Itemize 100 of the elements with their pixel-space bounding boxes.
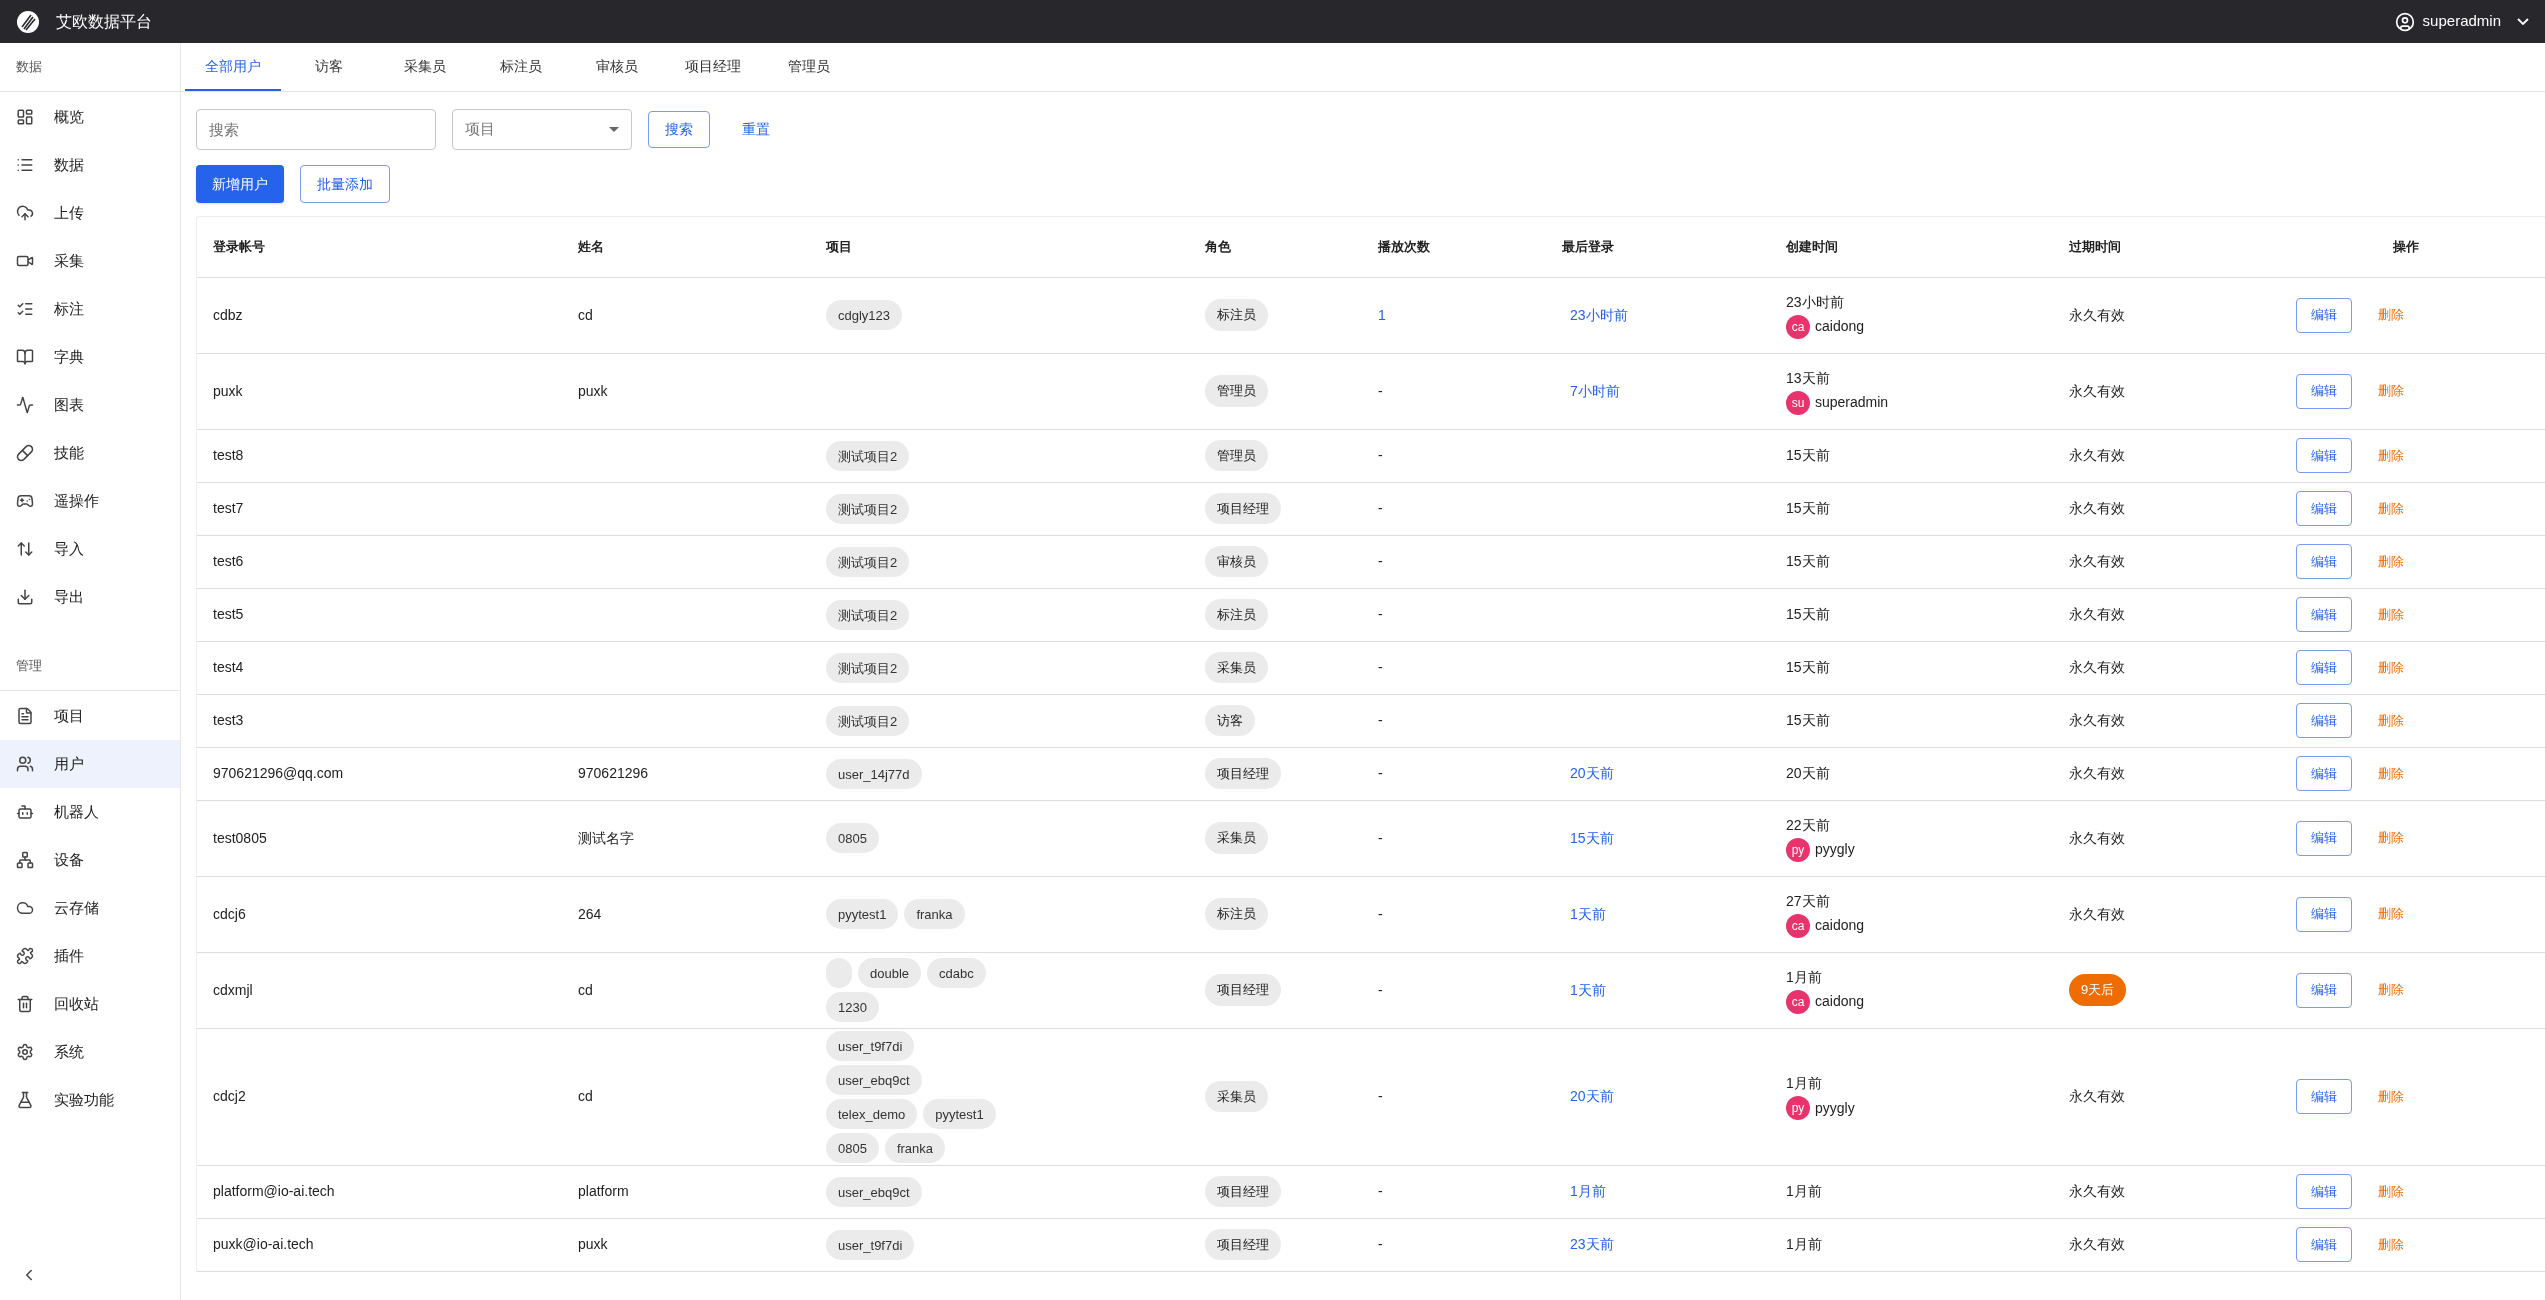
delete-button[interactable]: 删除: [2378, 1086, 2404, 1107]
edit-button[interactable]: 编辑: [2296, 1227, 2352, 1262]
sidebar-item[interactable]: 机器人: [0, 788, 180, 836]
last-login-link[interactable]: 23天前: [1570, 1236, 1614, 1252]
role-tag: 采集员: [1205, 822, 1268, 854]
delete-button[interactable]: 删除: [2378, 498, 2404, 519]
tab[interactable]: 访客: [281, 43, 377, 91]
dashboard-icon: [16, 108, 34, 126]
plays-cell: -: [1378, 606, 1383, 622]
edit-button[interactable]: 编辑: [2296, 820, 2352, 856]
last-login-link[interactable]: 20天前: [1570, 765, 1614, 781]
delete-button[interactable]: 删除: [2378, 980, 2404, 1000]
edit-button[interactable]: 编辑: [2296, 544, 2352, 579]
last-login-link[interactable]: 15天前: [1570, 829, 1614, 846]
edit-button[interactable]: 编辑: [2296, 438, 2352, 473]
delete-button[interactable]: 删除: [2378, 657, 2404, 678]
edit-button[interactable]: 编辑: [2296, 373, 2352, 409]
sidebar-item[interactable]: 上传: [0, 189, 180, 237]
role-tag: 项目经理: [1205, 757, 1281, 790]
column-header: 姓名: [562, 217, 810, 277]
sidebar-item[interactable]: 导入: [0, 525, 180, 573]
search-button[interactable]: 搜索: [648, 111, 710, 148]
edit-button[interactable]: 编辑: [2296, 491, 2352, 526]
edit-button[interactable]: 编辑: [2296, 703, 2352, 738]
edit-button[interactable]: 编辑: [2296, 972, 2352, 1008]
delete-button[interactable]: 删除: [2378, 551, 2404, 572]
name-cell: 测试名字: [578, 829, 634, 846]
role-tag: 标注员: [1205, 299, 1268, 331]
expiry-text: 永久有效: [2069, 500, 2125, 516]
sidebar-item[interactable]: 采集: [0, 237, 180, 285]
delete-button[interactable]: 删除: [2378, 1234, 2404, 1255]
sidebar-item[interactable]: 标注: [0, 285, 180, 333]
tab[interactable]: 管理员: [761, 43, 857, 91]
add-user-button[interactable]: 新增用户: [196, 165, 284, 203]
tab[interactable]: 采集员: [377, 43, 473, 91]
batch-add-button[interactable]: 批量添加: [300, 165, 390, 203]
tab[interactable]: 全部用户: [185, 43, 281, 91]
edit-button[interactable]: 编辑: [2296, 756, 2352, 791]
last-login-link[interactable]: 1天前: [1570, 905, 1606, 922]
search-field[interactable]: 搜索: [196, 109, 436, 150]
delete-button[interactable]: 删除: [2378, 1181, 2404, 1202]
edit-button[interactable]: 编辑: [2296, 650, 2352, 685]
edit-button[interactable]: 编辑: [2296, 896, 2352, 932]
sidebar-item[interactable]: 字典: [0, 333, 180, 381]
delete-button[interactable]: 删除: [2378, 828, 2404, 848]
expiry-text: 永久有效: [2069, 447, 2125, 463]
sidebar-item[interactable]: 插件: [0, 932, 180, 980]
sidebar-item[interactable]: 设备: [0, 836, 180, 884]
edit-button[interactable]: 编辑: [2296, 597, 2352, 632]
sidebar-item[interactable]: 技能: [0, 429, 180, 477]
project-tag: 测试项目2: [826, 440, 910, 471]
sidebar-item[interactable]: 云存储: [0, 884, 180, 932]
sidebar-item[interactable]: 项目: [0, 692, 180, 740]
delete-button[interactable]: 删除: [2378, 904, 2404, 924]
column-header: 登录帐号: [197, 217, 562, 277]
last-login-link[interactable]: 1月前: [1570, 1183, 1606, 1199]
delete-button[interactable]: 删除: [2378, 305, 2404, 325]
project-tag: franka: [884, 1132, 946, 1163]
delete-button[interactable]: 删除: [2378, 604, 2404, 625]
created-time: 1月前: [1786, 967, 1823, 987]
tab[interactable]: 项目经理: [665, 43, 761, 91]
delete-button[interactable]: 删除: [2378, 381, 2404, 401]
sidebar-item[interactable]: 系统: [0, 1028, 180, 1076]
plays-link[interactable]: 1: [1378, 306, 1386, 323]
tab[interactable]: 标注员: [473, 43, 569, 91]
last-login-link[interactable]: 7小时前: [1570, 382, 1620, 399]
robot-icon: [16, 803, 34, 821]
project-tag: 测试项目2: [826, 493, 910, 524]
plays-cell: -: [1378, 981, 1383, 998]
avatar: su: [1786, 390, 1810, 415]
plays-cell: -: [1378, 553, 1383, 569]
delete-button[interactable]: 删除: [2378, 710, 2404, 731]
expiry-badge: 9天后: [2069, 974, 2127, 1006]
sidebar-item[interactable]: 导出: [0, 573, 180, 621]
reset-button[interactable]: 重置: [726, 111, 786, 148]
edit-button[interactable]: 编辑: [2296, 1079, 2352, 1114]
sidebar-item[interactable]: 用户: [0, 740, 180, 788]
sidebar-item[interactable]: 图表: [0, 381, 180, 429]
expiry-text: 永久有效: [2069, 712, 2125, 728]
user-menu[interactable]: superadmin: [2394, 10, 2529, 33]
delete-button[interactable]: 删除: [2378, 445, 2404, 466]
plays-cell: -: [1378, 447, 1383, 463]
column-header: 项目: [810, 217, 1189, 277]
avatar: ca: [1786, 913, 1810, 938]
sidebar-item[interactable]: 实验功能: [0, 1076, 180, 1124]
sidebar-item[interactable]: 遥操作: [0, 477, 180, 525]
created-time: 15天前: [1786, 499, 1831, 518]
account-cell: test3: [213, 712, 244, 728]
project-select[interactable]: 项目: [452, 109, 632, 150]
delete-button[interactable]: 删除: [2378, 763, 2404, 784]
last-login-link[interactable]: 23小时前: [1570, 306, 1628, 323]
edit-button[interactable]: 编辑: [2296, 297, 2352, 333]
last-login-link[interactable]: 20天前: [1570, 1088, 1614, 1104]
sidebar-item[interactable]: 回收站: [0, 980, 180, 1028]
edit-button[interactable]: 编辑: [2296, 1174, 2352, 1209]
tab[interactable]: 审核员: [569, 43, 665, 91]
sidebar-item[interactable]: 概览: [0, 93, 180, 141]
sidebar-item[interactable]: 数据: [0, 141, 180, 189]
creator-name: superadmin: [1815, 393, 1889, 412]
last-login-link[interactable]: 1天前: [1570, 981, 1606, 998]
